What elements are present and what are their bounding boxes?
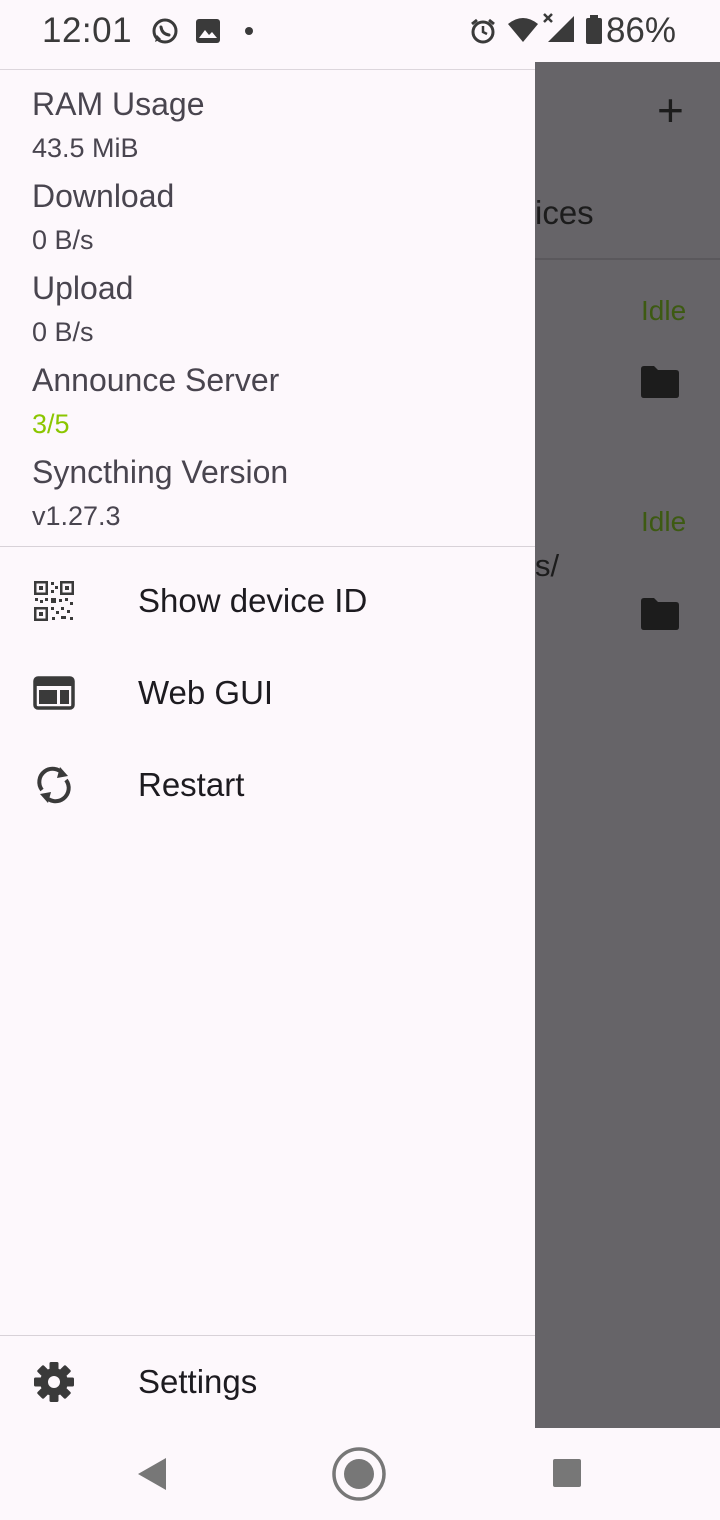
status-time: 12:01 [42, 11, 133, 50]
web-gui-label: Web GUI [138, 674, 274, 711]
gear-icon [34, 1362, 74, 1402]
battery-icon [586, 15, 602, 44]
tab-devices: ices [535, 194, 594, 231]
folder-path: s/ [535, 548, 560, 583]
ram-usage-value: 43.5 MiB [32, 133, 139, 163]
restart-item[interactable]: Restart [0, 742, 535, 828]
download-label: Download [32, 178, 175, 214]
wifi-icon [508, 18, 538, 42]
whatsapp-icon [152, 18, 178, 44]
upload-label: Upload [32, 270, 134, 306]
download-value: 0 B/s [32, 225, 94, 255]
tab-divider [535, 258, 720, 260]
upload-value: 0 B/s [32, 317, 94, 347]
web-gui-item[interactable]: Web GUI [0, 650, 535, 736]
back-icon[interactable] [136, 1456, 168, 1492]
system-navigation-bar [0, 1428, 720, 1520]
settings-divider [0, 1335, 535, 1336]
background-app-scrim[interactable]: + ices Idle Idle s/ [535, 62, 720, 1428]
settings-label: Settings [138, 1363, 258, 1400]
announce-server-value: 3/5 [32, 409, 70, 439]
show-device-id-item[interactable]: Show device ID [0, 558, 535, 644]
folder-icon [641, 598, 679, 630]
add-icon: + [657, 84, 684, 136]
recents-icon[interactable] [552, 1458, 582, 1488]
folder-status: Idle [641, 506, 687, 537]
drawer-top-divider [0, 69, 535, 70]
folder-icon [641, 366, 679, 398]
stats-divider [0, 546, 535, 547]
home-icon[interactable] [331, 1446, 387, 1502]
ram-usage-label: RAM Usage [32, 86, 205, 122]
settings-item[interactable]: Settings [0, 1339, 535, 1425]
signal-icon [543, 13, 574, 42]
gallery-icon [196, 19, 220, 43]
folder-status: Idle [641, 295, 687, 326]
web-window-icon [33, 676, 75, 710]
syncthing-version-label: Syncthing Version [32, 454, 289, 490]
announce-server-label: Announce Server [32, 362, 280, 398]
syncthing-version-value: v1.27.3 [32, 501, 121, 531]
status-bar: 12:01 86% [0, 0, 720, 62]
dot-icon [245, 27, 253, 35]
qr-code-icon [34, 581, 74, 621]
show-device-id-label: Show device ID [138, 582, 368, 619]
battery-percentage: 86% [605, 11, 676, 50]
refresh-icon [37, 766, 71, 804]
alarm-icon [471, 18, 495, 44]
restart-label: Restart [138, 766, 245, 803]
